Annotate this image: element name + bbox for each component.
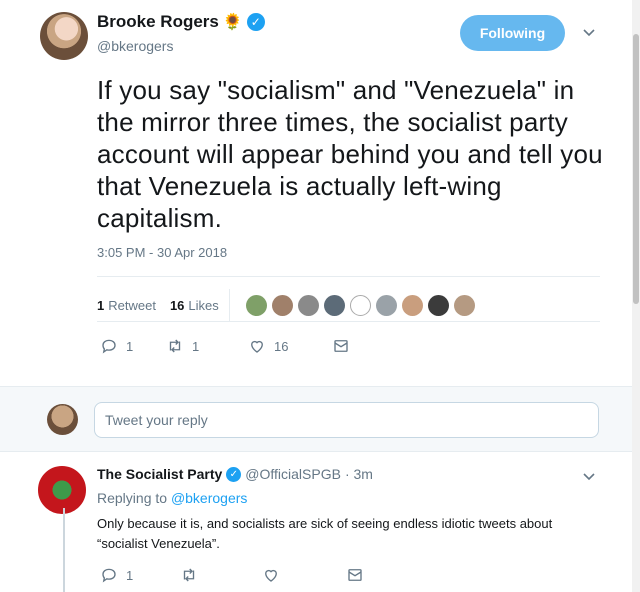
liker-avatar[interactable]: [245, 294, 267, 316]
reply-button[interactable]: 1: [100, 337, 166, 355]
reply-count: 1: [126, 338, 134, 354]
main-tweet: Brooke Rogers 🌻 ✓ @bkerogers Following I…: [0, 0, 632, 386]
following-button[interactable]: Following: [460, 15, 565, 51]
like-icon: [251, 340, 263, 353]
chevron-down-icon[interactable]: [583, 24, 595, 40]
liker-avatar[interactable]: [453, 294, 475, 316]
retweet-action-count: 1: [192, 338, 200, 354]
tweet-text: If you say "socialism" and "Venezuela" i…: [97, 75, 603, 233]
liker-avatar[interactable]: [427, 294, 449, 316]
retweet-icon: [169, 339, 181, 353]
divider: [97, 276, 600, 277]
tweet-actions: 1 1 16: [100, 337, 350, 355]
retweet-icon: [183, 568, 195, 582]
liker-avatar[interactable]: [271, 294, 293, 316]
liker-avatar[interactable]: [375, 294, 397, 316]
message-button[interactable]: [332, 337, 350, 355]
reply-text: Only because it is, and socialists are s…: [97, 516, 553, 551]
stats-separator: [228, 289, 230, 321]
thread-line: [63, 508, 65, 592]
message-button[interactable]: [346, 566, 364, 584]
current-user-avatar[interactable]: [47, 404, 78, 435]
like-button[interactable]: 16: [248, 337, 332, 355]
liker-avatar[interactable]: [297, 294, 319, 316]
retweet-label[interactable]: Retweet: [108, 298, 156, 313]
like-button[interactable]: [262, 566, 346, 584]
like-label[interactable]: Likes: [188, 298, 218, 313]
message-icon: [334, 340, 348, 352]
retweet-button[interactable]: [180, 566, 262, 584]
reply-icon: [102, 568, 116, 583]
liker-avatar[interactable]: [323, 294, 345, 316]
sunflower-emoji: 🌻: [222, 14, 243, 31]
replying-to-link[interactable]: @bkerogers: [171, 490, 247, 506]
message-icon: [348, 569, 362, 581]
like-icon: [265, 569, 277, 582]
reply-tweet: The Socialist Party ✓ @OfficialSPGB · 3m…: [0, 452, 632, 592]
like-count[interactable]: 16: [170, 298, 184, 313]
replying-to: Replying to @bkerogers: [97, 490, 247, 506]
reply-header: The Socialist Party ✓ @OfficialSPGB · 3m: [97, 466, 373, 482]
author-name[interactable]: Brooke Rogers: [97, 12, 219, 32]
reply-input[interactable]: [94, 402, 599, 438]
reply-icon: [102, 339, 116, 354]
like-action-count: 16: [274, 338, 289, 354]
liker-avatar[interactable]: [349, 294, 371, 316]
reply-author-name[interactable]: The Socialist Party: [97, 466, 222, 482]
retweet-button[interactable]: 1: [166, 337, 248, 355]
reply-time[interactable]: · 3m: [345, 466, 373, 482]
liker-avatar[interactable]: [401, 294, 423, 316]
reply-composer: [0, 386, 632, 452]
author-name-row[interactable]: Brooke Rogers 🌻 ✓: [97, 12, 265, 32]
likers-avatars: [245, 294, 475, 316]
reply-author-handle[interactable]: @OfficialSPGB: [245, 466, 341, 482]
replying-prefix: Replying to: [97, 490, 168, 506]
reply-actions: 1: [100, 566, 364, 584]
tweet-timestamp[interactable]: 3:05 PM - 30 Apr 2018: [97, 245, 227, 260]
verified-icon: ✓: [226, 466, 242, 482]
reply-reply-count: 1: [126, 567, 134, 583]
divider: [97, 321, 600, 322]
reply-button[interactable]: 1: [100, 566, 180, 584]
reply-author-avatar[interactable]: [38, 466, 86, 514]
author-avatar[interactable]: [40, 12, 88, 60]
author-handle[interactable]: @bkerogers: [97, 38, 173, 54]
tweet-stats: 1 Retweet 16 Likes: [97, 289, 475, 321]
scrollbar-thumb[interactable]: [633, 34, 639, 304]
verified-icon: ✓: [246, 13, 265, 31]
chevron-down-icon[interactable]: [583, 468, 595, 484]
retweet-count[interactable]: 1: [97, 298, 104, 313]
